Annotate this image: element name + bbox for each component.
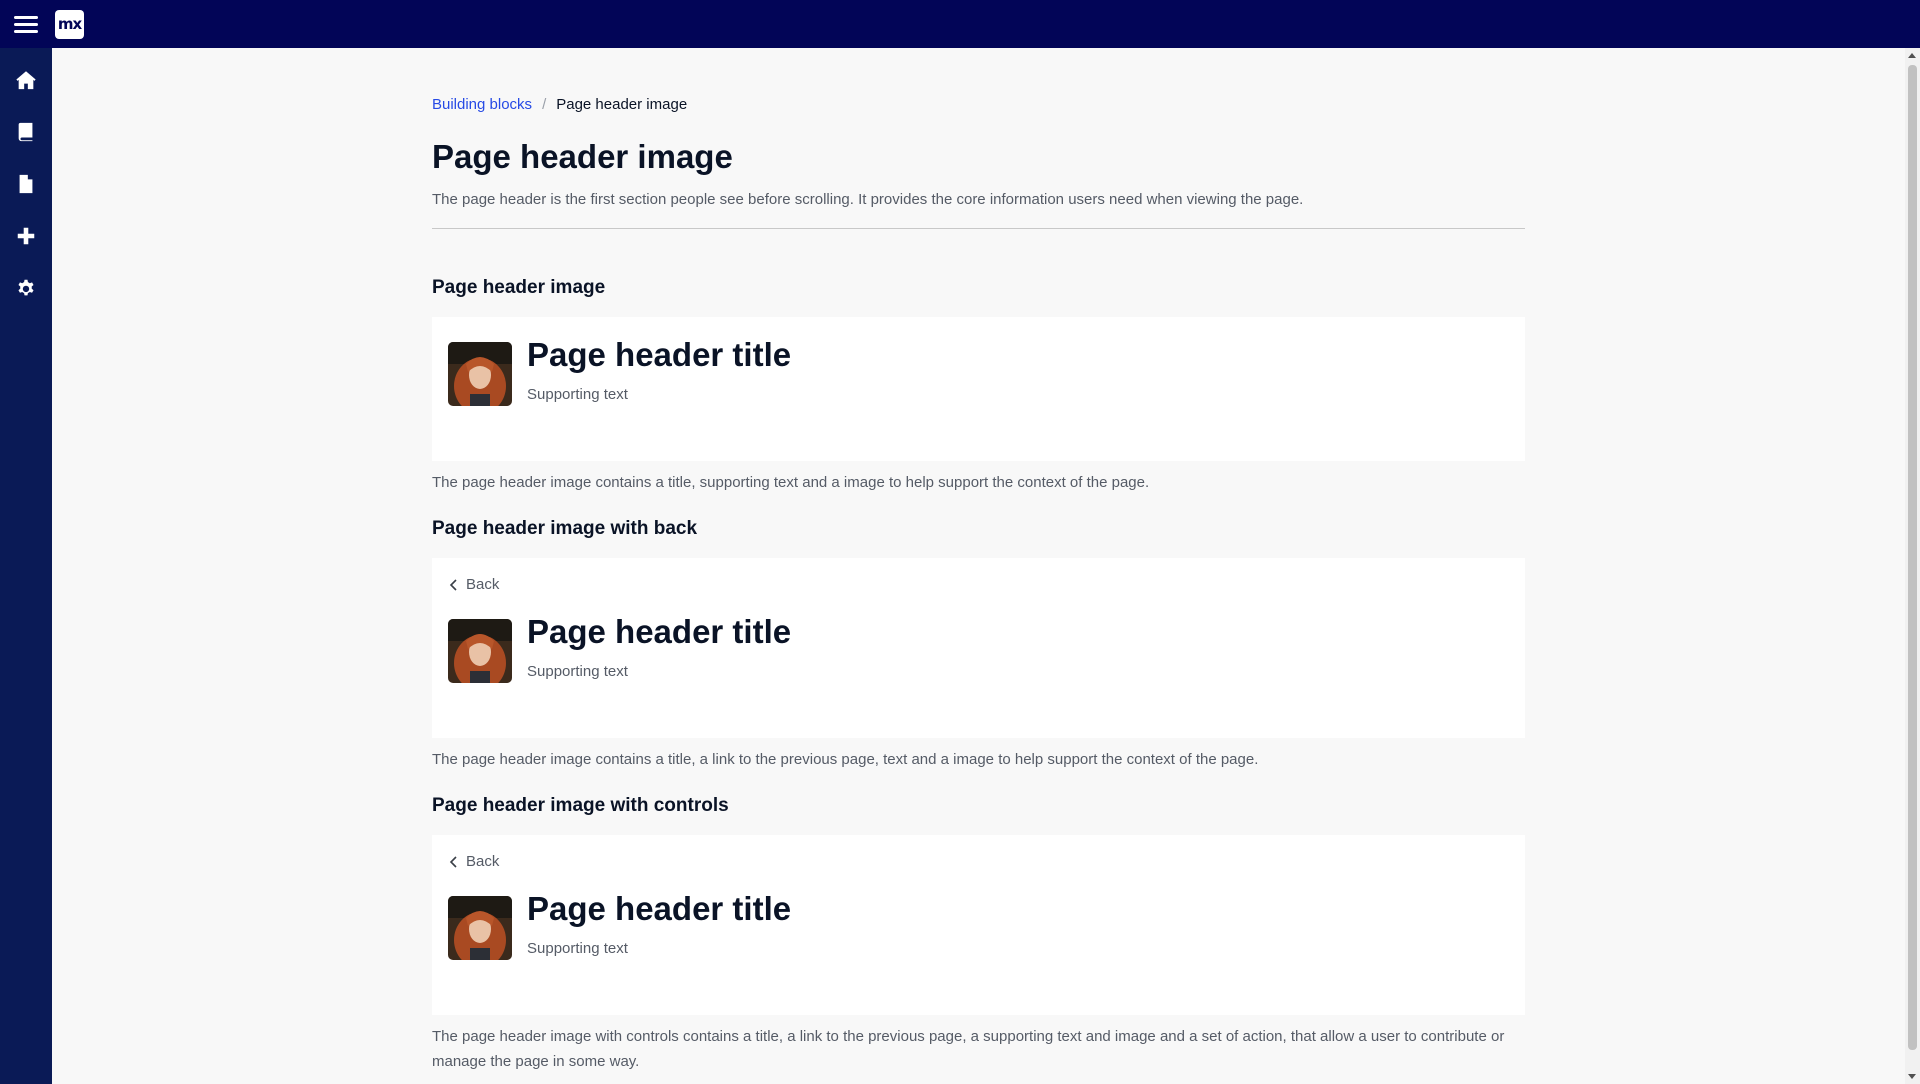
header-title: Page header title <box>527 613 792 650</box>
page-title: Page header image <box>432 138 733 175</box>
header-supporting-text: Supporting text <box>527 663 628 680</box>
sidebar-item-add[interactable] <box>0 214 52 258</box>
section-description: The page header image contains a title, … <box>432 474 1150 491</box>
vertical-scrollbar[interactable] <box>1905 48 1920 1084</box>
page-description: The page header is the first section peo… <box>432 191 1304 208</box>
sidebar-item-settings[interactable] <box>0 266 52 310</box>
scrollbar-thumb[interactable] <box>1908 65 1917 1050</box>
header-image <box>448 619 512 683</box>
example-card: Back Page header title Supporting text <box>432 558 1525 738</box>
sidebar-item-home[interactable] <box>0 58 52 102</box>
section-title: Page header image <box>432 277 606 298</box>
page-header: Page header title Supporting text <box>448 615 791 683</box>
sidebar <box>0 48 52 1084</box>
back-label: Back <box>466 576 500 593</box>
breadcrumb-separator: / <box>542 96 547 113</box>
gear-icon <box>18 279 34 296</box>
section-description: The page header image contains a title, … <box>432 751 1259 768</box>
breadcrumb-current: Page header image <box>556 96 688 113</box>
chevron-left-icon <box>449 855 457 868</box>
back-link[interactable]: Back <box>448 853 499 870</box>
header-title: Page header title <box>527 890 792 927</box>
header-title: Page header title <box>527 336 792 373</box>
page-header: Page header title Supporting text <box>448 338 791 406</box>
sidebar-item-pages[interactable] <box>0 162 52 206</box>
back-link[interactable]: Back <box>448 576 499 593</box>
example-card: Page header title Supporting text <box>432 317 1525 461</box>
chevron-left-icon <box>449 578 457 591</box>
section-description: The page header image with controls cont… <box>432 1028 1505 1070</box>
plus-icon <box>17 227 35 245</box>
app-logo[interactable]: mx <box>55 9 84 39</box>
book-icon <box>18 122 33 142</box>
page-header: Page header title Supporting text <box>448 892 791 960</box>
scroll-down-arrow-icon[interactable] <box>1908 1074 1916 1079</box>
header-image <box>448 342 512 406</box>
header-image <box>448 896 512 960</box>
back-label: Back <box>466 853 500 870</box>
breadcrumb-link-building-blocks[interactable]: Building blocks <box>432 96 532 113</box>
example-card: Back Page header title Supporting text <box>432 835 1525 1015</box>
scroll-up-arrow-icon[interactable] <box>1908 53 1916 58</box>
hamburger-menu-icon[interactable] <box>14 14 42 34</box>
document-icon <box>19 174 33 194</box>
sidebar-item-docs[interactable] <box>0 110 52 154</box>
section-title: Page header image with back <box>432 518 698 539</box>
divider <box>432 228 1525 229</box>
home-icon <box>16 71 36 90</box>
header-supporting-text: Supporting text <box>527 386 628 403</box>
header-supporting-text: Supporting text <box>527 940 628 957</box>
breadcrumb: Building blocks / Page header image <box>432 96 687 113</box>
top-bar: mx <box>0 0 1920 48</box>
section-title: Page header image with controls <box>432 795 729 816</box>
